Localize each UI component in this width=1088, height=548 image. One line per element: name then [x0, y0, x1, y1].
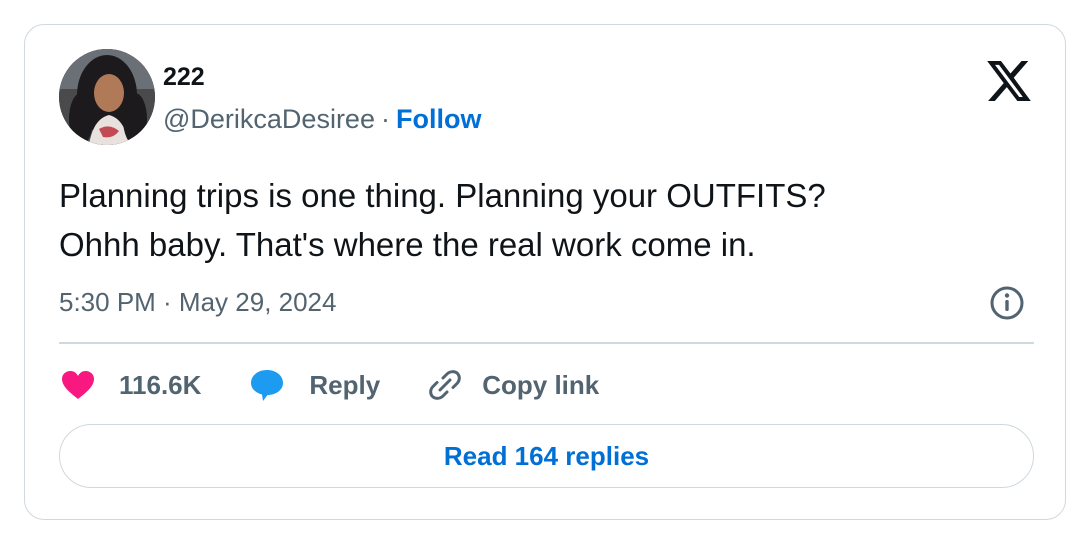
reply-label: Reply: [309, 369, 381, 400]
like-button[interactable]: 116.6K: [61, 370, 201, 401]
read-replies-button[interactable]: Read 164 replies: [59, 424, 1034, 488]
tweet-text: Planning trips is one thing. Planning yo…: [59, 171, 1019, 269]
tweet-text-line: Ohhh baby. That's where the real work co…: [59, 226, 756, 263]
tweet-text-line: Planning trips is one thing. Planning yo…: [59, 177, 826, 214]
handle-line: @DerikcaDesiree · Follow: [163, 104, 481, 135]
x-logo-icon[interactable]: [987, 61, 1031, 101]
info-icon[interactable]: [989, 285, 1025, 321]
copy-link-label: Copy link: [482, 369, 600, 400]
reply-button[interactable]: Reply: [249, 368, 380, 402]
speech-bubble-icon: [251, 370, 284, 401]
user-handle[interactable]: @DerikcaDesiree: [163, 104, 375, 134]
link-icon: [429, 370, 462, 400]
copy-link-button[interactable]: Copy link: [428, 368, 599, 402]
tweet-card: 222 @DerikcaDesiree · Follow Planning trip…: [24, 24, 1066, 520]
display-name[interactable]: 222: [163, 63, 205, 92]
avatar-image: [59, 49, 155, 145]
divider: [59, 342, 1034, 344]
tweet-timestamp[interactable]: 5:30 PM · May 29, 2024: [59, 287, 336, 318]
separator-dot: ·: [380, 104, 390, 134]
follow-button[interactable]: Follow: [396, 104, 481, 134]
heart-icon: [62, 371, 94, 399]
like-count: 116.6K: [119, 369, 202, 400]
action-bar: 116.6K Reply Copy link: [61, 365, 647, 405]
avatar[interactable]: [59, 49, 155, 145]
